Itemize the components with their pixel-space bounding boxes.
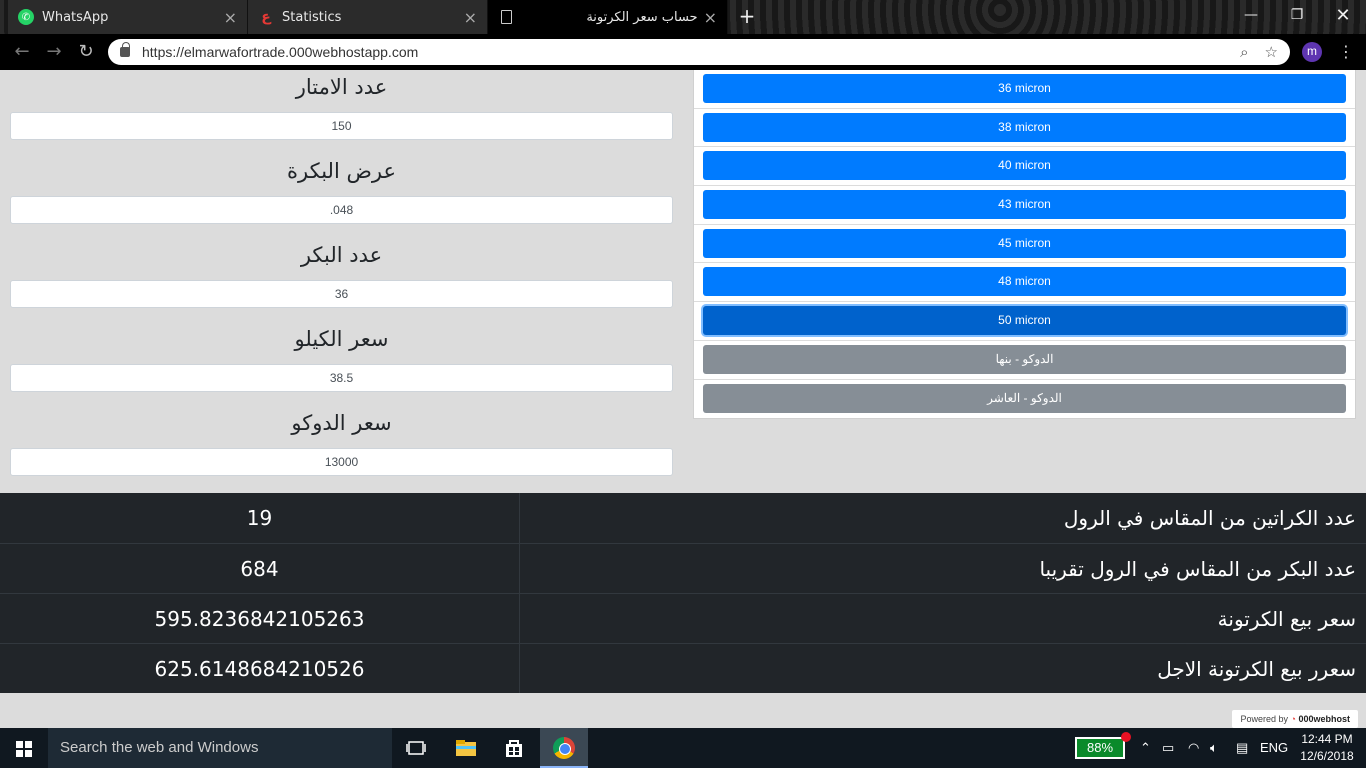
new-tab-button[interactable]: + — [736, 6, 758, 28]
battery-indicator[interactable]: 88% — [1075, 737, 1125, 759]
result-label: عدد البكر من المقاس في الرول تقريبا — [1039, 557, 1356, 581]
micron-40-button[interactable]: 40 micron — [703, 151, 1346, 181]
kilo-price-input[interactable]: 38.5 — [10, 364, 673, 392]
chrome-icon — [553, 737, 575, 759]
close-tab-icon[interactable]: × — [704, 8, 717, 27]
taskbar-search-input[interactable]: Search the web and Windows — [48, 728, 392, 768]
result-value: 595.8236842105263 — [0, 594, 520, 643]
close-window-button[interactable]: ✕ — [1320, 0, 1366, 30]
page-icon — [498, 9, 514, 25]
browser-tab-strip: ✆ WhatsApp × ﻉ Statistics × حساب سعر الك… — [0, 0, 1366, 34]
powered-by-text: Powered by — [1240, 714, 1289, 724]
volume-icon[interactable]: 🔈︎ — [1210, 740, 1218, 756]
language-indicator[interactable]: ENG — [1260, 740, 1288, 755]
doco-ashr-button[interactable]: الدوكو - العاشر — [703, 383, 1346, 413]
results-table: 19 عدد الكراتين من المقاس في الرول 684 ع… — [0, 493, 1366, 693]
forward-arrow-icon[interactable]: → — [42, 40, 66, 64]
statistics-icon: ﻉ — [261, 9, 271, 25]
doco-price-label: سعر الدوكو — [291, 411, 392, 435]
tab-title: حساب سعر الكرتونة — [586, 9, 698, 25]
task-view-icon[interactable] — [404, 736, 428, 760]
store-icon[interactable] — [502, 736, 526, 760]
tab-whatsapp[interactable]: ✆ WhatsApp × — [8, 0, 248, 34]
result-label: سعرر بيع الكرتونة الاجل — [1157, 657, 1356, 681]
notification-dot-icon — [1121, 732, 1131, 742]
bookmark-star-icon[interactable]: ☆ — [1265, 43, 1278, 61]
address-bar[interactable]: https://elmarwafortrade.000webhostapp.co… — [108, 39, 1290, 65]
url-text[interactable]: https://elmarwafortrade.000webhostapp.co… — [142, 44, 1224, 60]
close-tab-icon[interactable]: × — [464, 8, 477, 27]
rolls-count-label: عدد البكر — [300, 243, 383, 267]
list-item: الدوكو - العاشر — [694, 380, 1355, 419]
list-item: 45 micron — [694, 225, 1355, 264]
lock-icon — [120, 42, 130, 57]
result-label: سعر بيع الكرتونة — [1217, 607, 1356, 631]
page-content: عدد الامتار 150 عرض البكرة .048 عدد البك… — [0, 70, 1366, 728]
list-item: 43 micron — [694, 186, 1355, 225]
power-icon[interactable]: ▭ — [1162, 740, 1174, 756]
taskbar: Search the web and Windows 88% ⌃ ▭ ◠ 🔈︎ … — [0, 728, 1366, 768]
result-value: 625.6148684210526 — [0, 644, 520, 693]
browser-toolbar: ← → ↻ https://elmarwafortrade.000webhost… — [0, 34, 1366, 70]
chevron-up-icon[interactable]: ⌃ — [1140, 740, 1151, 756]
list-item: 38 micron — [694, 109, 1355, 148]
micron-50-button[interactable]: 50 micron — [703, 306, 1346, 336]
rolls-count-input[interactable]: 36 — [10, 280, 673, 308]
tab-title: WhatsApp — [42, 9, 109, 25]
result-value: 19 — [0, 493, 520, 543]
taskbar-clock[interactable]: 12:44 PM 12/6/2018 — [1296, 731, 1358, 765]
restore-button[interactable]: ❐ — [1274, 0, 1320, 30]
doco-price-input[interactable]: 13000 — [10, 448, 673, 476]
meters-label: عدد الامتار — [295, 75, 388, 99]
micron-45-button[interactable]: 45 micron — [703, 228, 1346, 258]
list-item: 50 micron — [694, 302, 1355, 341]
micron-48-button[interactable]: 48 micron — [703, 267, 1346, 297]
roll-width-input[interactable]: .048 — [10, 196, 673, 224]
meters-input[interactable]: 150 — [10, 112, 673, 140]
input-form: عدد الامتار 150 عرض البكرة .048 عدد البك… — [10, 70, 673, 490]
tab-statistics[interactable]: ﻉ Statistics × — [248, 0, 488, 34]
reload-icon[interactable]: ↻ — [74, 40, 98, 64]
clock-date: 12/6/2018 — [1300, 749, 1354, 763]
list-item: الدوكو - بنها — [694, 341, 1355, 380]
action-center-icon[interactable]: ▤ — [1236, 740, 1248, 756]
tab-title: Statistics — [282, 9, 342, 25]
file-explorer-icon[interactable] — [454, 736, 478, 760]
micron-list: 36 micron 38 micron 40 micron 43 micron … — [693, 70, 1356, 419]
result-label: عدد الكراتين من المقاس في الرول — [1063, 506, 1356, 530]
zoom-icon[interactable]: ⌕ — [1240, 43, 1248, 61]
wifi-icon[interactable]: ◠ — [1188, 740, 1199, 756]
micron-43-button[interactable]: 43 micron — [703, 190, 1346, 220]
menu-icon[interactable]: ⋮ — [1338, 42, 1354, 61]
whatsapp-icon: ✆ — [18, 9, 34, 25]
chrome-taskbar-button[interactable] — [540, 728, 588, 768]
windows-start-icon[interactable] — [16, 741, 32, 757]
tab-carton-price[interactable]: حساب سعر الكرتونة × — [488, 0, 728, 34]
list-item: 48 micron — [694, 263, 1355, 303]
close-tab-icon[interactable]: × — [224, 8, 237, 27]
kilo-price-label: سعر الكيلو — [294, 327, 389, 351]
table-row: 595.8236842105263 سعر بيع الكرتونة — [0, 593, 1366, 643]
minimize-button[interactable]: — — [1228, 0, 1274, 30]
micron-36-button[interactable]: 36 micron — [703, 74, 1346, 103]
table-row: 684 عدد البكر من المقاس في الرول تقريبا — [0, 543, 1366, 593]
powered-by-brand: 000webhost — [1298, 714, 1350, 724]
back-arrow-icon[interactable]: ← — [10, 40, 34, 64]
micron-38-button[interactable]: 38 micron — [703, 112, 1346, 142]
table-row: 19 عدد الكراتين من المقاس في الرول — [0, 493, 1366, 543]
profile-avatar[interactable]: m — [1302, 42, 1322, 62]
doco-benha-button[interactable]: الدوكو - بنها — [703, 344, 1346, 374]
clock-time: 12:44 PM — [1301, 732, 1353, 746]
result-value: 684 — [0, 544, 520, 593]
powered-by-badge[interactable]: Powered by ◔ 000webhost — [1232, 710, 1358, 728]
roll-width-label: عرض البكرة — [287, 159, 396, 183]
table-row: 625.6148684210526 سعرر بيع الكرتونة الاج… — [0, 643, 1366, 693]
list-item: 36 micron — [694, 70, 1355, 109]
list-item: 40 micron — [694, 147, 1355, 187]
